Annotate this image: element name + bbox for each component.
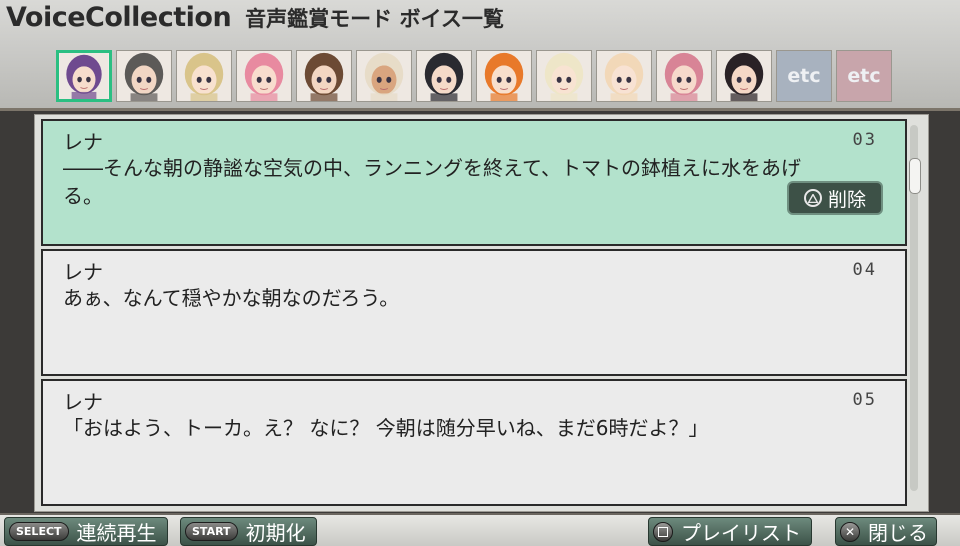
character-selector: etc etc — [56, 50, 892, 102]
character-portrait-9-tab[interactable] — [536, 50, 592, 102]
close-label: 閉じる — [868, 521, 928, 545]
character-portrait-9 — [537, 51, 591, 101]
cross-button-icon: ✕ — [840, 521, 860, 542]
character-portrait-3 — [177, 51, 231, 101]
speaker-name: レナ — [63, 130, 103, 154]
square-button-icon — [653, 521, 673, 542]
etc-tab-1[interactable]: etc — [776, 50, 832, 102]
header-bar: VoiceCollection 音声鑑賞モード ボイス一覧 etc etc — [0, 0, 960, 111]
character-portrait-10 — [597, 51, 651, 101]
voice-list: レナ 03 ――そんな朝の静謐な空気の中、ランニングを終えて、トマトの鉢植えに水… — [34, 114, 929, 512]
character-portrait-8 — [477, 51, 531, 101]
playlist-label: プレイリスト — [681, 521, 801, 545]
voice-text: あぁ、なんて穏やかな朝なのだろう。 — [63, 286, 400, 310]
continuous-play-label: 連続再生 — [76, 521, 157, 545]
close-button[interactable]: ✕ 閉じる — [835, 517, 937, 546]
character-portrait-4-tab[interactable] — [236, 50, 292, 102]
etc-tab-2[interactable]: etc — [836, 50, 892, 102]
character-portrait-2 — [117, 51, 171, 101]
entry-number: 03 — [852, 130, 877, 150]
character-portrait-5 — [297, 51, 351, 101]
triangle-button-icon — [803, 189, 822, 207]
character-portrait-1-tab[interactable] — [56, 50, 112, 102]
reset-button[interactable]: START 初期化 — [180, 517, 317, 546]
entry-number: 05 — [852, 390, 877, 410]
character-portrait-12 — [717, 51, 771, 101]
character-portrait-4 — [237, 51, 291, 101]
voice-text: ――そんな朝の静謐な空気の中、ランニングを終えて、トマトの鉢植えに水をあげる。 — [63, 156, 801, 208]
character-portrait-10-tab[interactable] — [596, 50, 652, 102]
page-subtitle: 音声鑑賞モード ボイス一覧 — [245, 7, 504, 31]
speaker-name: レナ — [63, 260, 103, 284]
select-button-icon: SELECT — [9, 522, 69, 541]
character-portrait-2-tab[interactable] — [116, 50, 172, 102]
character-portrait-5-tab[interactable] — [296, 50, 352, 102]
start-button-icon: START — [185, 522, 238, 541]
continuous-play-button[interactable]: SELECT 連続再生 — [4, 517, 168, 546]
page-title: VoiceCollection — [6, 2, 232, 33]
voice-text: 「おはよう、トーカ。え？ なに？ 今朝は随分早いね、まだ6時だよ？」 — [63, 416, 709, 440]
playlist-button[interactable]: プレイリスト — [648, 517, 812, 546]
scrollbar-thumb[interactable] — [909, 158, 921, 194]
character-portrait-6 — [357, 51, 411, 101]
delete-label: 削除 — [827, 188, 866, 211]
reset-label: 初期化 — [245, 521, 306, 545]
delete-button[interactable]: 削除 — [787, 181, 883, 215]
entry-number: 04 — [852, 260, 877, 280]
voice-entry[interactable]: レナ 04 あぁ、なんて穏やかな朝なのだろう。 — [41, 249, 907, 376]
character-portrait-12-tab[interactable] — [716, 50, 772, 102]
character-portrait-7 — [417, 51, 471, 101]
bottom-bar: SELECT 連続再生 START 初期化 プレイリスト ✕ 閉じる — [0, 513, 960, 546]
character-portrait-3-tab[interactable] — [176, 50, 232, 102]
character-portrait-6-tab[interactable] — [356, 50, 412, 102]
character-portrait-1 — [59, 53, 109, 99]
etc-tab-label: etc — [787, 65, 821, 87]
character-portrait-8-tab[interactable] — [476, 50, 532, 102]
title-row: VoiceCollection 音声鑑賞モード ボイス一覧 — [6, 2, 504, 38]
etc-tab-label: etc — [847, 65, 881, 87]
voice-entry[interactable]: レナ 05 「おはよう、トーカ。え？ なに？ 今朝は随分早いね、まだ6時だよ？」 — [41, 379, 907, 506]
character-portrait-11 — [657, 51, 711, 101]
voice-entry[interactable]: レナ 03 ――そんな朝の静謐な空気の中、ランニングを終えて、トマトの鉢植えに水… — [41, 119, 907, 246]
character-portrait-7-tab[interactable] — [416, 50, 472, 102]
character-portrait-11-tab[interactable] — [656, 50, 712, 102]
speaker-name: レナ — [63, 390, 103, 414]
